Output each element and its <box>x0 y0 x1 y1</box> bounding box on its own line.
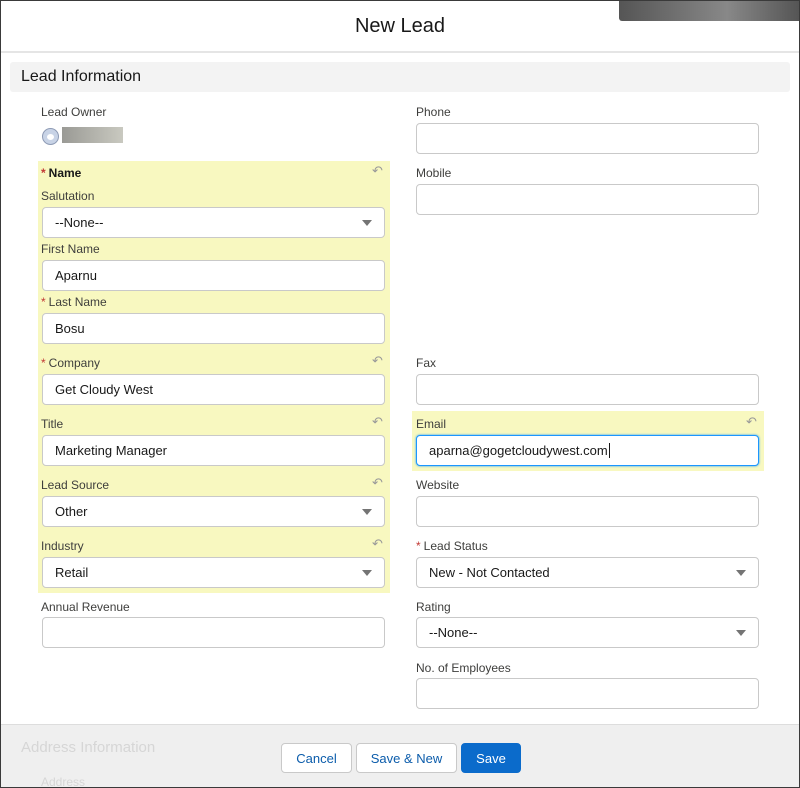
employees-label: No. of Employees <box>416 661 511 675</box>
email-label: Email <box>416 417 447 431</box>
user-avatar-icon <box>42 128 59 145</box>
rating-value: --None-- <box>429 625 478 640</box>
first-name-label: First Name <box>41 242 100 256</box>
fax-label: Fax <box>416 356 437 370</box>
company-value: Get Cloudy West <box>55 382 154 397</box>
lead-source-label: Lead Source <box>41 478 110 492</box>
last-name-label: * Last Name <box>41 295 107 309</box>
cancel-button[interactable]: Cancel <box>281 743 352 773</box>
annual-revenue-input[interactable] <box>42 617 385 648</box>
window-overlay-bar <box>619 1 799 21</box>
lead-status-value: New - Not Contacted <box>429 565 550 580</box>
first-name-value: Aparnu <box>55 268 97 283</box>
fax-input[interactable] <box>416 374 759 405</box>
undo-icon[interactable]: ↶ <box>372 475 383 491</box>
last-name-input[interactable]: Bosu <box>42 313 385 344</box>
company-label: * Company <box>41 356 101 370</box>
section-title: Lead Information <box>21 68 142 85</box>
industry-select[interactable]: Retail <box>42 557 385 588</box>
modal-footer: Address Information Address Cancel Save … <box>1 724 799 788</box>
annual-revenue-label: Annual Revenue <box>41 600 130 614</box>
rating-select[interactable]: --None-- <box>416 617 759 648</box>
title-input[interactable]: Marketing Manager <box>42 435 385 466</box>
lead-source-value: Other <box>55 504 88 519</box>
address-section-title: Address Information <box>21 739 156 756</box>
save-and-new-button[interactable]: Save & New <box>356 743 457 773</box>
title-label: Title <box>41 417 64 431</box>
first-name-input[interactable]: Aparnu <box>42 260 385 291</box>
phone-input[interactable] <box>416 123 759 154</box>
name-group-label: * Name <box>41 166 82 180</box>
lead-source-select[interactable]: Other <box>42 496 385 527</box>
salutation-value: --None-- <box>55 215 104 230</box>
lead-status-select[interactable]: New - Not Contacted <box>416 557 759 588</box>
title-value: Marketing Manager <box>55 443 167 458</box>
undo-icon[interactable]: ↶ <box>372 536 383 552</box>
modal-title: New Lead <box>354 14 446 37</box>
chevron-down-icon <box>362 570 372 576</box>
employees-input[interactable] <box>416 678 759 709</box>
mobile-input[interactable] <box>416 184 759 215</box>
lead-owner-label: Lead Owner <box>41 105 107 119</box>
address-label: Address <box>41 775 86 788</box>
lead-status-label: * Lead Status <box>416 539 488 553</box>
section-lead-information[interactable]: Lead Information <box>10 62 790 92</box>
industry-value: Retail <box>55 565 89 580</box>
phone-label: Phone <box>416 105 451 119</box>
undo-icon[interactable]: ↶ <box>746 414 757 430</box>
new-lead-modal: New Lead Lead Information Lead Owner * Na… <box>0 0 800 788</box>
undo-icon[interactable]: ↶ <box>372 414 383 430</box>
chevron-down-icon <box>362 220 372 226</box>
website-label: Website <box>416 478 460 492</box>
salutation-select[interactable]: --None-- <box>42 207 385 238</box>
chevron-down-icon <box>736 630 746 636</box>
industry-label: Industry <box>41 539 84 553</box>
last-name-value: Bosu <box>55 321 85 336</box>
lead-owner-name[interactable] <box>62 127 123 143</box>
website-input[interactable] <box>416 496 759 527</box>
salutation-label: Salutation <box>41 189 95 203</box>
email-input[interactable]: aparna@gogetcloudywest.com <box>416 435 759 466</box>
text-cursor <box>608 443 610 458</box>
mobile-label: Mobile <box>416 166 452 180</box>
chevron-down-icon <box>362 509 372 515</box>
chevron-down-icon <box>736 570 746 576</box>
undo-icon[interactable]: ↶ <box>372 163 383 179</box>
rating-label: Rating <box>416 600 451 614</box>
save-button[interactable]: Save <box>461 743 521 773</box>
email-value: aparna@gogetcloudywest.com <box>429 443 608 458</box>
undo-icon[interactable]: ↶ <box>372 353 383 369</box>
company-input[interactable]: Get Cloudy West <box>42 374 385 405</box>
